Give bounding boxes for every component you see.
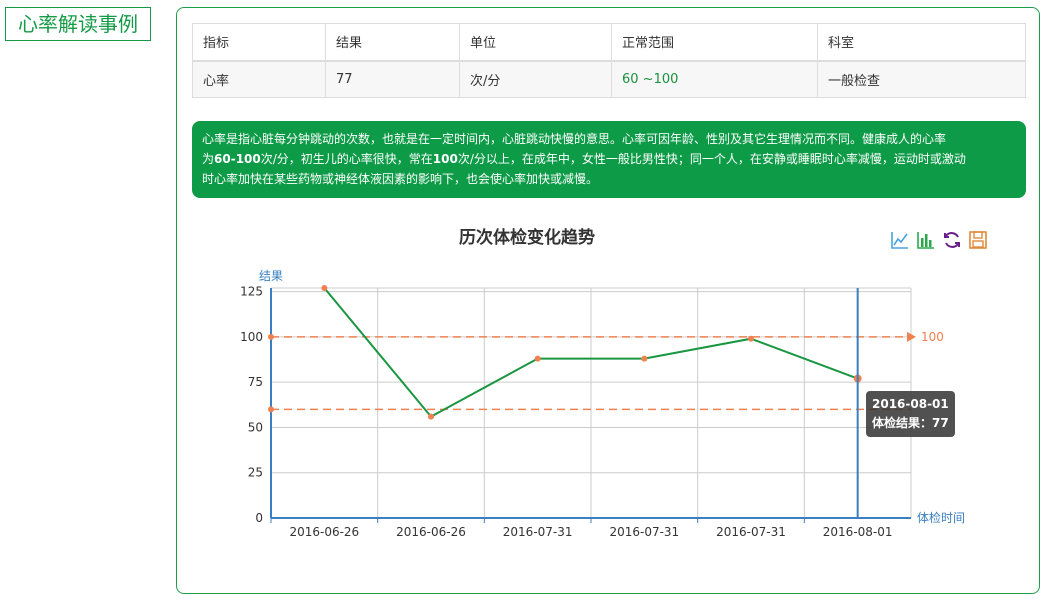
- tooltip-date: 2016-08-01: [872, 397, 949, 411]
- description-bold-value: 100: [432, 152, 458, 166]
- x-tick-label: 2016-07-31: [503, 525, 573, 539]
- x-tick-label: 2016-07-31: [716, 525, 786, 539]
- reference-line-start: [268, 406, 274, 413]
- chart-tooltip: 2016-08-01 体检结果：77: [866, 391, 955, 437]
- description-text: 次/分以上，在成年中，女性一般比男性快；同一个人，在安静或睡眠时心率减慢，运动时…: [457, 152, 966, 166]
- reference-line-label: 100: [921, 330, 944, 344]
- x-tick-label: 2016-08-01: [823, 525, 893, 539]
- data-point: [428, 413, 434, 420]
- cell-department: 一般检查: [817, 60, 1026, 98]
- tooltip-value: 体检结果：77: [872, 416, 949, 430]
- x-axis-label: 体检时间: [917, 510, 965, 525]
- header-indicator: 指标: [192, 23, 326, 62]
- x-tick-label: 2016-06-26: [289, 525, 359, 539]
- y-tick-label: 0: [255, 511, 263, 525]
- description-text: 为: [202, 152, 215, 166]
- header-result: 结果: [325, 23, 460, 62]
- y-tick-label: 25: [248, 466, 263, 480]
- description-line-3: 时心率加快在某些药物或神经体液因素的影响下，也会使心率加快或减慢。: [202, 172, 599, 186]
- description-text: 次/分，初生儿的心率很快，常在: [260, 152, 433, 166]
- reference-line-start: [268, 333, 274, 340]
- description-line-1: 心率是指心脏每分钟跳动的次数，也就是在一定时间内，心脏跳动快慢的意思。心率可因年…: [202, 132, 947, 146]
- trend-chart: 0 25 50 75 100 125 2016-06-26 2016-06-26 2016-07…: [240, 269, 965, 539]
- data-point: [641, 355, 648, 362]
- y-axis-label: 结果: [259, 269, 283, 283]
- page-label: 心率解读事例: [5, 7, 151, 41]
- cell-indicator: 心率: [192, 60, 326, 98]
- y-tick-label: 125: [240, 285, 263, 299]
- description-bold-range: 60-100: [214, 152, 261, 166]
- header-unit: 单位: [459, 23, 612, 62]
- cell-result: 77: [325, 60, 460, 98]
- x-tick-label: 2016-06-26: [396, 525, 466, 539]
- table-row: 心率 77 次/分 60 ~100 一般检查: [192, 60, 1026, 98]
- table-header-row: 指标 结果 单位 正常范围 科室: [192, 23, 1026, 62]
- heart-rate-description: 心率是指心脏每分钟跳动的次数，也就是在一定时间内，心脏跳动快慢的意思。心率可因年…: [192, 121, 1026, 198]
- header-department: 科室: [817, 23, 1026, 62]
- header-normal-range: 正常范围: [611, 23, 818, 62]
- data-point: [321, 285, 328, 291]
- data-point: [748, 335, 754, 342]
- cell-normal-range: 60 ~100: [611, 60, 818, 98]
- cell-unit: 次/分: [459, 60, 612, 98]
- data-point: [534, 355, 541, 362]
- indicator-table: 指标 结果 单位 正常范围 科室 心率 77 次/分 60 ~100 一般检查: [192, 23, 1026, 98]
- y-tick-label: 50: [248, 420, 263, 434]
- x-tick-label: 2016-07-31: [609, 525, 679, 539]
- y-tick-label: 75: [248, 375, 263, 389]
- y-tick-label: 100: [240, 330, 263, 344]
